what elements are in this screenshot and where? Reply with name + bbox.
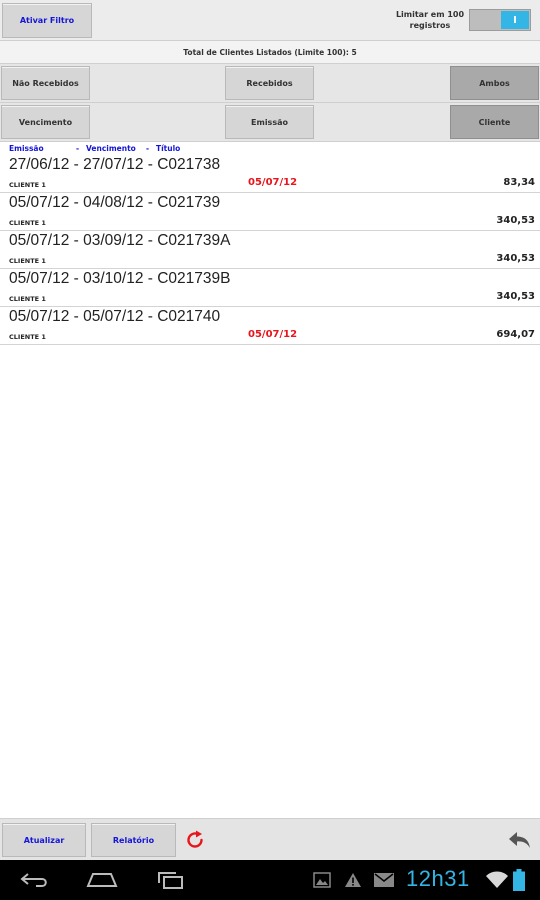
toggle-knob: I	[501, 11, 529, 29]
item-payment-date: 05/07/12	[248, 329, 298, 340]
image-notification-icon	[313, 872, 331, 888]
list-item[interactable]: 05/07/12 - 03/09/12 - C021739A CLIENTE 1…	[0, 231, 540, 269]
bottom-action-bar: Atualizar Relatório	[0, 818, 540, 861]
sort-filter-row: Vencimento Emissão Cliente	[0, 103, 540, 142]
item-client: CLIENTE 1	[9, 333, 46, 341]
mail-icon	[374, 873, 394, 887]
item-amount: 694,07	[496, 329, 535, 340]
sort-client-button[interactable]: Cliente	[450, 105, 539, 139]
item-client: CLIENTE 1	[9, 181, 46, 189]
column-sep-1: -	[76, 144, 80, 153]
update-button[interactable]: Atualizar	[2, 823, 86, 857]
total-clients-label: Total de Clientes Listados (Limite 100):…	[0, 41, 540, 64]
item-client: CLIENTE 1	[9, 219, 46, 227]
item-dates-title: 05/07/12 - 05/07/12 - C021740	[9, 308, 221, 325]
item-dates-title: 05/07/12 - 03/09/12 - C021739A	[9, 232, 231, 249]
item-amount: 340,53	[496, 253, 535, 264]
received-button[interactable]: Recebidos	[225, 66, 314, 100]
item-payment-date: 05/07/12	[248, 177, 298, 188]
list-item[interactable]: 27/06/12 - 27/07/12 - C021738 CLIENTE 1 …	[0, 155, 540, 193]
item-dates-title: 27/06/12 - 27/07/12 - C021738	[9, 156, 221, 173]
clock: 12h31	[406, 866, 470, 891]
refresh-icon[interactable]	[184, 829, 206, 851]
item-amount: 340,53	[496, 291, 535, 302]
item-client: CLIENTE 1	[9, 257, 46, 265]
list-item[interactable]: 05/07/12 - 04/08/12 - C021739 CLIENTE 1 …	[0, 193, 540, 231]
column-issue-date[interactable]: Emissão	[9, 144, 44, 153]
battery-icon	[513, 869, 525, 891]
item-client: CLIENTE 1	[9, 295, 46, 303]
item-amount: 340,53	[496, 215, 535, 226]
report-button[interactable]: Relatório	[91, 823, 176, 857]
back-arrow-icon[interactable]	[508, 831, 532, 849]
both-button[interactable]: Ambos	[450, 66, 539, 100]
back-icon[interactable]	[20, 871, 50, 889]
column-title[interactable]: Título	[156, 144, 180, 153]
limit-records-label: Limitar em 100 registros	[395, 10, 465, 30]
column-sep-2: -	[146, 144, 150, 153]
list-item[interactable]: 05/07/12 - 03/10/12 - C021739B CLIENTE 1…	[0, 269, 540, 307]
list-item[interactable]: 05/07/12 - 05/07/12 - C021740 CLIENTE 1 …	[0, 307, 540, 345]
wifi-icon	[486, 871, 508, 888]
not-received-button[interactable]: Não Recebidos	[1, 66, 90, 100]
item-amount: 83,34	[503, 177, 535, 188]
top-toolbar: Ativar Filtro Limitar em 100 registros I	[0, 0, 540, 41]
sort-due-date-button[interactable]: Vencimento	[1, 105, 90, 139]
warning-icon	[345, 873, 361, 887]
item-dates-title: 05/07/12 - 03/10/12 - C021739B	[9, 270, 231, 287]
home-icon[interactable]	[86, 872, 118, 888]
sort-issue-date-button[interactable]: Emissão	[225, 105, 314, 139]
system-nav-bar: 12h31	[0, 860, 540, 900]
status-filter-row: Não Recebidos Recebidos Ambos	[0, 64, 540, 103]
recent-apps-icon[interactable]	[155, 871, 185, 889]
titles-list: 27/06/12 - 27/07/12 - C021738 CLIENTE 1 …	[0, 155, 540, 345]
activate-filter-button[interactable]: Ativar Filtro	[2, 3, 92, 38]
column-due-date[interactable]: Vencimento	[86, 144, 136, 153]
list-column-header: Emissão - Vencimento - Título	[0, 142, 540, 155]
item-dates-title: 05/07/12 - 04/08/12 - C021739	[9, 194, 221, 211]
limit-records-toggle[interactable]: I	[469, 9, 531, 31]
